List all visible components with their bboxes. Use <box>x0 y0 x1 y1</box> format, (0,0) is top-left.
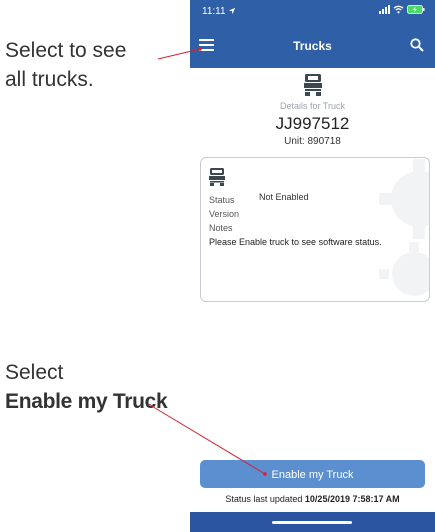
status-value: Not Enabled <box>259 192 309 202</box>
phone-screen: 11:11 Trucks Details for Truck JJ997512 … <box>190 0 435 532</box>
card-truck-icon <box>209 168 225 186</box>
status-bar: 11:11 <box>190 0 435 24</box>
menu-callout-line2: all trucks. <box>5 68 94 91</box>
enable-truck-button[interactable]: Enable my Truck <box>200 460 425 488</box>
signal-icon <box>379 5 391 14</box>
search-icon <box>410 38 424 52</box>
status-message: Please Enable truck to see software stat… <box>209 237 382 247</box>
nav-bar: Trucks <box>190 24 435 68</box>
version-label: Version <box>209 209 240 219</box>
details-caption: Details for Truck <box>279 101 346 111</box>
status-time: 11:11 <box>202 6 236 17</box>
menu-callout: Select to see all trucks. <box>5 36 126 94</box>
status-label: Status <box>209 195 235 205</box>
menu-callout-line1: Select to see <box>5 39 127 62</box>
truck-id: JJ997512 <box>275 114 350 133</box>
status-icons <box>379 5 425 17</box>
enable-callout-line2: Enable my Truck <box>5 390 168 413</box>
home-indicator[interactable] <box>272 521 352 524</box>
location-arrow-icon <box>229 7 236 15</box>
updated-timestamp: 10/25/2019 7:58:17 AM <box>304 494 400 504</box>
gear-icon <box>379 159 429 296</box>
unit-number: Unit: 890718 <box>284 136 341 147</box>
truck-header-tab <box>286 70 340 100</box>
status-last-updated: Status last updated 10/25/2019 7:58:17 A… <box>190 494 435 504</box>
notes-label: Notes <box>209 223 233 233</box>
search-button[interactable] <box>409 37 425 53</box>
bottom-bar <box>190 512 435 532</box>
enable-callout: Select Enable my Truck <box>5 358 168 416</box>
truck-icon <box>304 74 322 96</box>
wifi-icon <box>393 5 404 14</box>
status-card: Status Not Enabled Version Notes Please … <box>200 157 430 302</box>
nav-title: Trucks <box>293 39 332 53</box>
enable-callout-line1: Select <box>5 361 64 384</box>
updated-prefix: Status last updated <box>225 494 303 504</box>
battery-charging-icon <box>407 5 425 14</box>
